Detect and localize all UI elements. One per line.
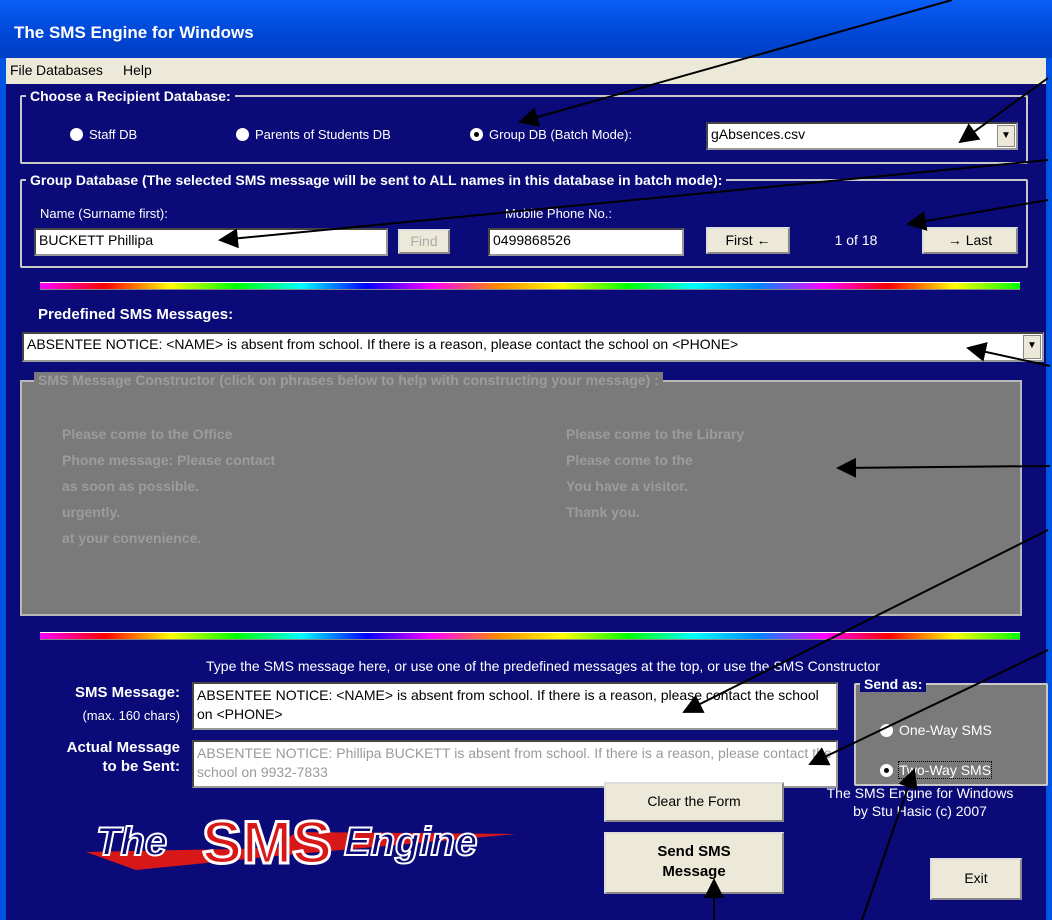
phone-value: 0499868526 [493,232,571,248]
actual-message-label: Actual Message to be Sent: [20,738,180,776]
phone-field[interactable]: 0499868526 [488,228,684,256]
name-value: BUCKETT Phillipa [39,232,154,248]
phrase-left-1[interactable]: Please come to the Office [62,426,232,442]
clear-form-button[interactable]: Clear the Form [604,782,784,822]
chevron-down-icon[interactable]: ▼ [1023,335,1041,359]
first-label: First [725,232,753,248]
credits-line2: by Stu Hasic (c) 2007 [853,803,987,819]
sms-message-value: ABSENTEE NOTICE: <NAME> is absent from s… [197,687,819,722]
menu-help[interactable]: Help [123,62,152,78]
predefined-label: Predefined SMS Messages: [38,306,234,323]
phrase-left-3[interactable]: as soon as possible. [62,478,199,494]
actual-message-field: ABSENTEE NOTICE: Phillipa BUCKETT is abs… [192,740,838,788]
menu-bar: File Databases Help [6,58,1046,84]
compose-hint: Type the SMS message here, or use one of… [206,658,880,674]
phrase-right-3[interactable]: You have a visitor. [566,478,688,494]
send-sms-button[interactable]: Send SMS Message [604,832,784,894]
group-db-legend: Group Database (The selected SMS message… [30,172,723,188]
arrow-right-icon: → [947,232,962,248]
menu-databases[interactable]: Databases [36,62,103,78]
title-bar: The SMS Engine for Windows [0,0,1052,58]
radio-one-way-sms[interactable]: One-Way SMS [880,722,992,738]
database-file-value: gAbsences.csv [711,126,806,142]
recipient-db-legend: Choose a Recipient Database: [30,88,231,104]
exit-button[interactable]: Exit [930,858,1022,900]
radio-selected-icon [470,128,483,141]
predefined-value: ABSENTEE NOTICE: <NAME> is absent from s… [27,336,739,352]
phone-label: Mobile Phone No.: [505,206,612,221]
radio-label: One-Way SMS [899,722,992,738]
radio-label: Group DB (Batch Mode): [489,127,633,142]
radio-group-db[interactable]: Group DB (Batch Mode): [470,127,632,142]
phrase-right-2[interactable]: Please come to the [566,452,693,468]
radio-staff-db[interactable]: Staff DB [70,127,137,142]
phrase-left-5[interactable]: at your convenience. [62,530,201,546]
credits-line1: The SMS Engine for Windows [826,785,1014,801]
radio-dot-icon [70,128,83,141]
radio-parents-db[interactable]: Parents of Students DB [236,127,391,142]
name-label: Name (Surname first): [40,206,168,221]
logo-text-the: The [95,819,168,865]
first-button[interactable]: First ← [706,227,790,254]
last-label: Last [965,232,993,248]
radio-selected-icon [880,764,893,777]
divider-rainbow-bottom [40,632,1020,640]
phrase-left-2[interactable]: Phone message: Please contact [62,452,275,468]
radio-label: Staff DB [89,127,138,142]
logo-text-sms: SMS [200,808,333,878]
send-label-line1: Send SMS [657,843,731,860]
name-field[interactable]: BUCKETT Phillipa [34,228,388,256]
arrow-left-icon: ← [756,232,771,248]
actual-label-line1: Actual Message [66,739,180,756]
phrase-left-4[interactable]: urgently. [62,504,120,520]
chevron-down-icon[interactable]: ▼ [997,125,1015,147]
logo-text-engine: Engine [343,819,478,865]
last-button[interactable]: → Last [922,227,1018,254]
constructor-legend: SMS Message Constructor (click on phrase… [34,372,663,388]
predefined-messages-select[interactable]: ABSENTEE NOTICE: <NAME> is absent from s… [22,332,1044,362]
send-label-line2: Message [662,863,726,880]
message-constructor: SMS Message Constructor (click on phrase… [20,372,1022,616]
sms-message-label: SMS Message: [74,684,180,701]
actual-message-value: ABSENTEE NOTICE: Phillipa BUCKETT is abs… [197,745,832,780]
database-file-select[interactable]: gAbsences.csv ▼ [706,122,1018,150]
sms-max-chars-label: (max. 160 chars) [82,708,180,723]
radio-two-way-sms[interactable]: Two-Way SMS [880,761,993,779]
radio-label: Parents of Students DB [255,127,391,142]
find-button[interactable]: Find [398,229,450,254]
window-title: The SMS Engine for Windows [14,23,254,42]
divider-rainbow-top [40,282,1020,290]
phrase-right-4[interactable]: Thank you. [566,504,640,520]
sms-message-input[interactable]: ABSENTEE NOTICE: <NAME> is absent from s… [192,682,838,730]
send-as-legend: Send as: [860,676,927,692]
phrase-right-1[interactable]: Please come to the Library [566,426,744,442]
radio-dot-icon [236,128,249,141]
radio-label: Two-Way SMS [897,761,993,779]
actual-label-line2: to be Sent: [102,758,181,775]
radio-dot-icon [880,724,893,737]
sms-engine-logo: The SMS Engine [76,808,536,878]
credits: The SMS Engine for Windows by Stu Hasic (… [800,784,1040,820]
record-counter: 1 of 18 [790,227,922,254]
menu-file[interactable]: File [10,62,33,78]
